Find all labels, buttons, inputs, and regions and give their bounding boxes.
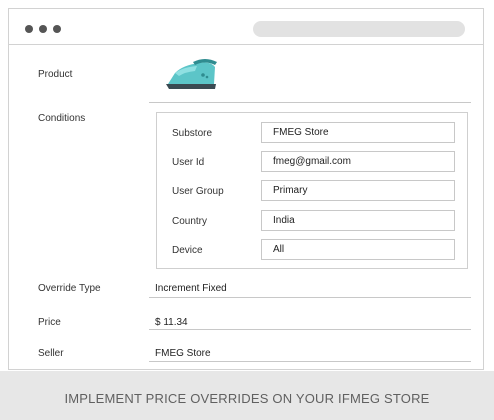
user-group-label: User Group xyxy=(172,186,224,197)
footer-text: IMPLEMENT PRICE OVERRIDES ON YOUR IFMEG … xyxy=(64,391,430,406)
seller-value[interactable]: FMEG Store xyxy=(155,348,211,359)
price-label: Price xyxy=(38,317,61,328)
divider xyxy=(149,361,471,362)
iron-icon xyxy=(166,59,217,89)
seller-label: Seller xyxy=(38,348,64,359)
window-dot-icon xyxy=(53,25,61,33)
divider xyxy=(149,102,471,103)
window-dot-icon xyxy=(25,25,33,33)
window-titlebar xyxy=(9,9,483,45)
product-label: Product xyxy=(38,69,73,80)
device-label: Device xyxy=(172,245,203,256)
address-bar[interactable] xyxy=(253,21,465,37)
user-group-field[interactable]: Primary xyxy=(261,180,455,201)
footer-banner: IMPLEMENT PRICE OVERRIDES ON YOUR IFMEG … xyxy=(0,371,494,420)
override-type-label: Override Type xyxy=(38,283,101,294)
override-type-value[interactable]: Increment Fixed xyxy=(155,283,227,294)
browser-window: Product Conditions Substore FMEG Store U… xyxy=(8,8,484,370)
user-id-label: User Id xyxy=(172,157,205,168)
device-field[interactable]: All xyxy=(261,239,455,260)
country-field[interactable]: India xyxy=(261,210,455,231)
conditions-panel: Substore FMEG Store User Id fmeg@gmail.c… xyxy=(156,112,468,269)
divider xyxy=(149,297,471,298)
substore-field[interactable]: FMEG Store xyxy=(261,122,455,143)
country-label: Country xyxy=(172,216,208,227)
window-dot-icon xyxy=(39,25,47,33)
divider xyxy=(149,329,471,330)
substore-label: Substore xyxy=(172,128,213,139)
user-id-field[interactable]: fmeg@gmail.com xyxy=(261,151,455,172)
conditions-label: Conditions xyxy=(38,113,86,124)
price-value[interactable]: $ 11.34 xyxy=(155,317,188,328)
